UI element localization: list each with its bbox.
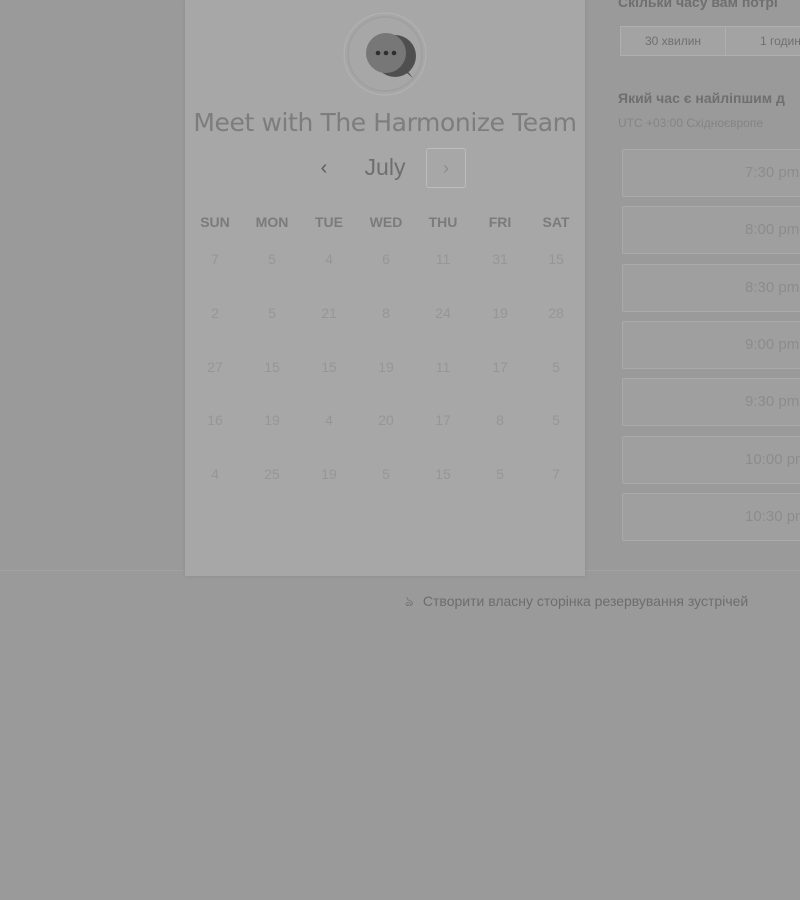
weekday-header: FRI [488, 214, 512, 230]
time-question: Який час є найліпшим д [618, 90, 785, 106]
calendar-day[interactable]: 4 [301, 412, 357, 428]
time-slot[interactable]: 7:30 pm [622, 149, 800, 197]
calendar-day[interactable]: 24 [415, 305, 471, 321]
timezone-label[interactable]: UTC +03:00 Східноєвропе [618, 116, 763, 130]
duration-option-30min[interactable]: 30 хвилин [620, 26, 726, 56]
calendar-day[interactable]: 5 [528, 412, 584, 428]
calendar-day[interactable]: 5 [244, 251, 300, 267]
time-slot-label: 8:30 pm [745, 279, 800, 296]
time-slot-label: 10:30 pm [745, 508, 800, 525]
calendar-day[interactable]: 4 [187, 466, 243, 482]
calendar-day[interactable]: 15 [301, 359, 357, 375]
calendar-day[interactable]: 5 [472, 466, 528, 482]
hubspot-icon: ঌ [405, 593, 414, 609]
calendar-day[interactable]: 7 [528, 466, 584, 482]
calendar-day[interactable]: 5 [244, 305, 300, 321]
weekday-header: WED [369, 214, 403, 230]
time-slot-label: 9:30 pm [745, 393, 800, 410]
calendar-day[interactable]: 5 [528, 359, 584, 375]
weekday-header: SUN [200, 214, 230, 230]
calendar-day[interactable]: 11 [415, 251, 471, 267]
time-slot[interactable]: 9:00 pm [622, 321, 800, 369]
weekday-header: THU [428, 214, 458, 230]
calendar-day[interactable]: 16 [187, 412, 243, 428]
footer-bar: ঌ Створити власну сторінка резервування … [185, 578, 800, 626]
calendar-day[interactable]: 7 [187, 251, 243, 267]
meeting-title: Meet with The Harmonize Team [193, 108, 577, 137]
time-slot[interactable]: 9:30 pm [622, 378, 800, 426]
calendar-day[interactable]: 17 [472, 359, 528, 375]
calendar-day[interactable]: 4 [301, 251, 357, 267]
calendar-day[interactable]: 8 [358, 305, 414, 321]
time-slot[interactable]: 10:00 pm [622, 436, 800, 484]
create-booking-page-link[interactable]: ঌ Створити власну сторінка резервування … [405, 590, 748, 614]
calendar-day[interactable]: 2 [187, 305, 243, 321]
weekday-header: MON [255, 214, 289, 230]
calendar-day[interactable]: 19 [244, 412, 300, 428]
calendar-day[interactable]: 15 [244, 359, 300, 375]
prev-month-button[interactable]: ‹ [308, 152, 340, 184]
calendar-day[interactable]: 28 [528, 305, 584, 321]
calendar-day[interactable]: 21 [301, 305, 357, 321]
calendar-day[interactable]: 6 [358, 251, 414, 267]
calendar-day[interactable]: 8 [472, 412, 528, 428]
footer-link-text: Створити власну сторінка резервування зу… [422, 593, 749, 609]
time-slot-label: 7:30 pm [745, 164, 800, 181]
calendar-day[interactable]: 15 [528, 251, 584, 267]
time-slot-label: 8:00 pm [745, 221, 800, 238]
month-label: July [364, 154, 406, 180]
duration-option-1hour[interactable]: 1 годин [725, 26, 800, 56]
calendar-day[interactable]: 17 [415, 412, 471, 428]
time-slot[interactable]: 10:30 pm [622, 493, 800, 541]
time-slot-label: 9:00 pm [745, 336, 800, 353]
weekday-header: TUE [315, 214, 343, 230]
calendar-day[interactable]: 31 [472, 251, 528, 267]
calendar-day[interactable]: 19 [358, 359, 414, 375]
weekday-header: SAT [542, 214, 570, 230]
time-slot[interactable]: 8:30 pm [622, 264, 800, 312]
calendar-day[interactable]: 5 [358, 466, 414, 482]
calendar-day[interactable]: 25 [244, 466, 300, 482]
chat-bubble-icon [343, 12, 427, 96]
calendar-day[interactable]: 19 [301, 466, 357, 482]
duration-question: Скільки часу вам потрі [618, 0, 778, 10]
calendar-day[interactable]: 20 [358, 412, 414, 428]
calendar-day[interactable]: 11 [415, 359, 471, 375]
calendar-day[interactable]: 27 [187, 359, 243, 375]
next-month-button[interactable]: › [426, 148, 466, 188]
calendar-day[interactable]: 15 [415, 466, 471, 482]
time-slot[interactable]: 8:00 pm [622, 206, 800, 254]
calendar-day[interactable]: 19 [472, 305, 528, 321]
time-slot-label: 10:00 pm [745, 451, 800, 468]
